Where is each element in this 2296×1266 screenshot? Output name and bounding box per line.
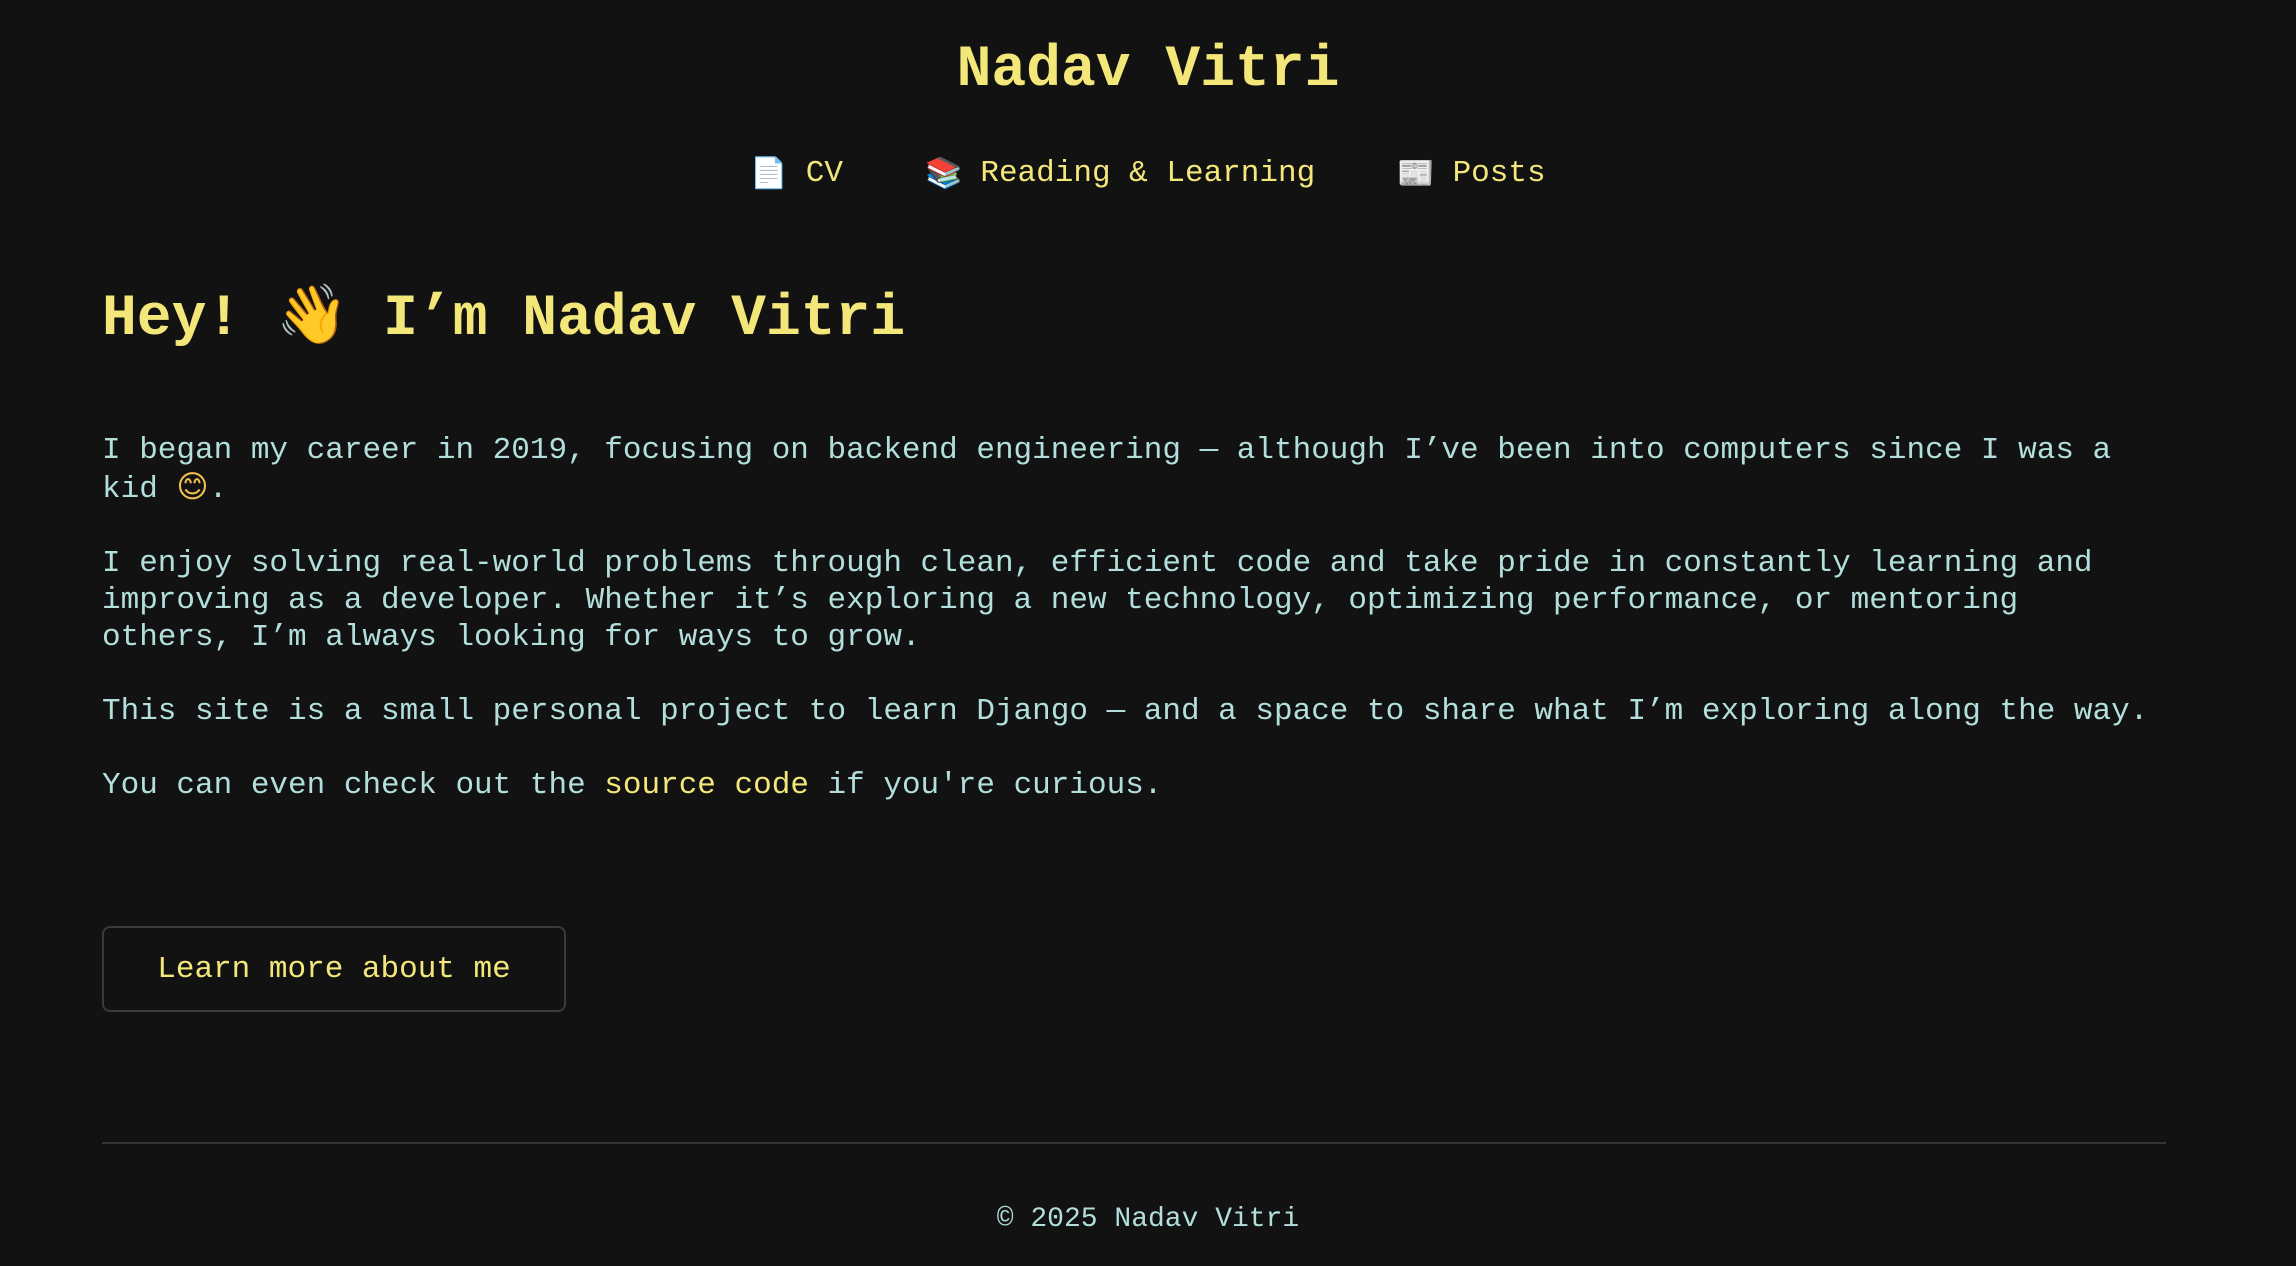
intro-paragraph-1-end: . (208, 472, 228, 507)
newspaper-icon: 📰 (1397, 156, 1435, 191)
learn-more-button[interactable]: Learn more about me (102, 926, 566, 1012)
main-nav: 📄 CV 📚 Reading & Learning 📰 Posts (0, 150, 2296, 198)
heading-greeting: Hey! (102, 287, 242, 352)
nav-item-label: CV (805, 156, 843, 191)
site-title: Nadav Vitri (956, 38, 1340, 103)
nav-item-cv[interactable]: 📄 CV (750, 150, 843, 198)
nav-item-posts[interactable]: 📰 Posts (1397, 150, 1545, 198)
smiling-face-icon: 😊 (176, 469, 209, 505)
source-code-link[interactable]: source code (604, 768, 809, 803)
intro-paragraph-3: This site is a small personal project to… (102, 694, 2149, 729)
nav-item-label: Reading & Learning (980, 156, 1316, 191)
intro-content: I began my career in 2019, focusing on b… (102, 432, 2166, 841)
nav-item-reading[interactable]: 📚 Reading & Learning (925, 150, 1315, 198)
page-icon: 📄 (750, 156, 788, 191)
intro-paragraph-2: I enjoy solving real-world problems thro… (102, 546, 2093, 655)
footer-copyright: © 2025 Nadav Vitri (996, 1204, 1300, 1235)
footer-divider (102, 1142, 2166, 1144)
intro-paragraph-1-text: I began my career in 2019, focusing on b… (102, 433, 2112, 507)
page-heading: Hey! 👋 I’m Nadav Vitri (102, 278, 905, 356)
heading-name: I’m Nadav Vitri (383, 287, 906, 352)
intro-paragraph-1: I began my career in 2019, focusing on b… (102, 432, 2166, 508)
intro-paragraph-4-end: if you're curious. (827, 768, 1163, 803)
waving-hand-icon: 👋 (276, 280, 349, 348)
intro-paragraph-4-text: You can even check out the (102, 768, 586, 803)
books-icon: 📚 (924, 156, 963, 191)
nav-item-label: Posts (1452, 156, 1546, 191)
intro-paragraph-4: You can even check out the source code i… (102, 767, 2166, 804)
